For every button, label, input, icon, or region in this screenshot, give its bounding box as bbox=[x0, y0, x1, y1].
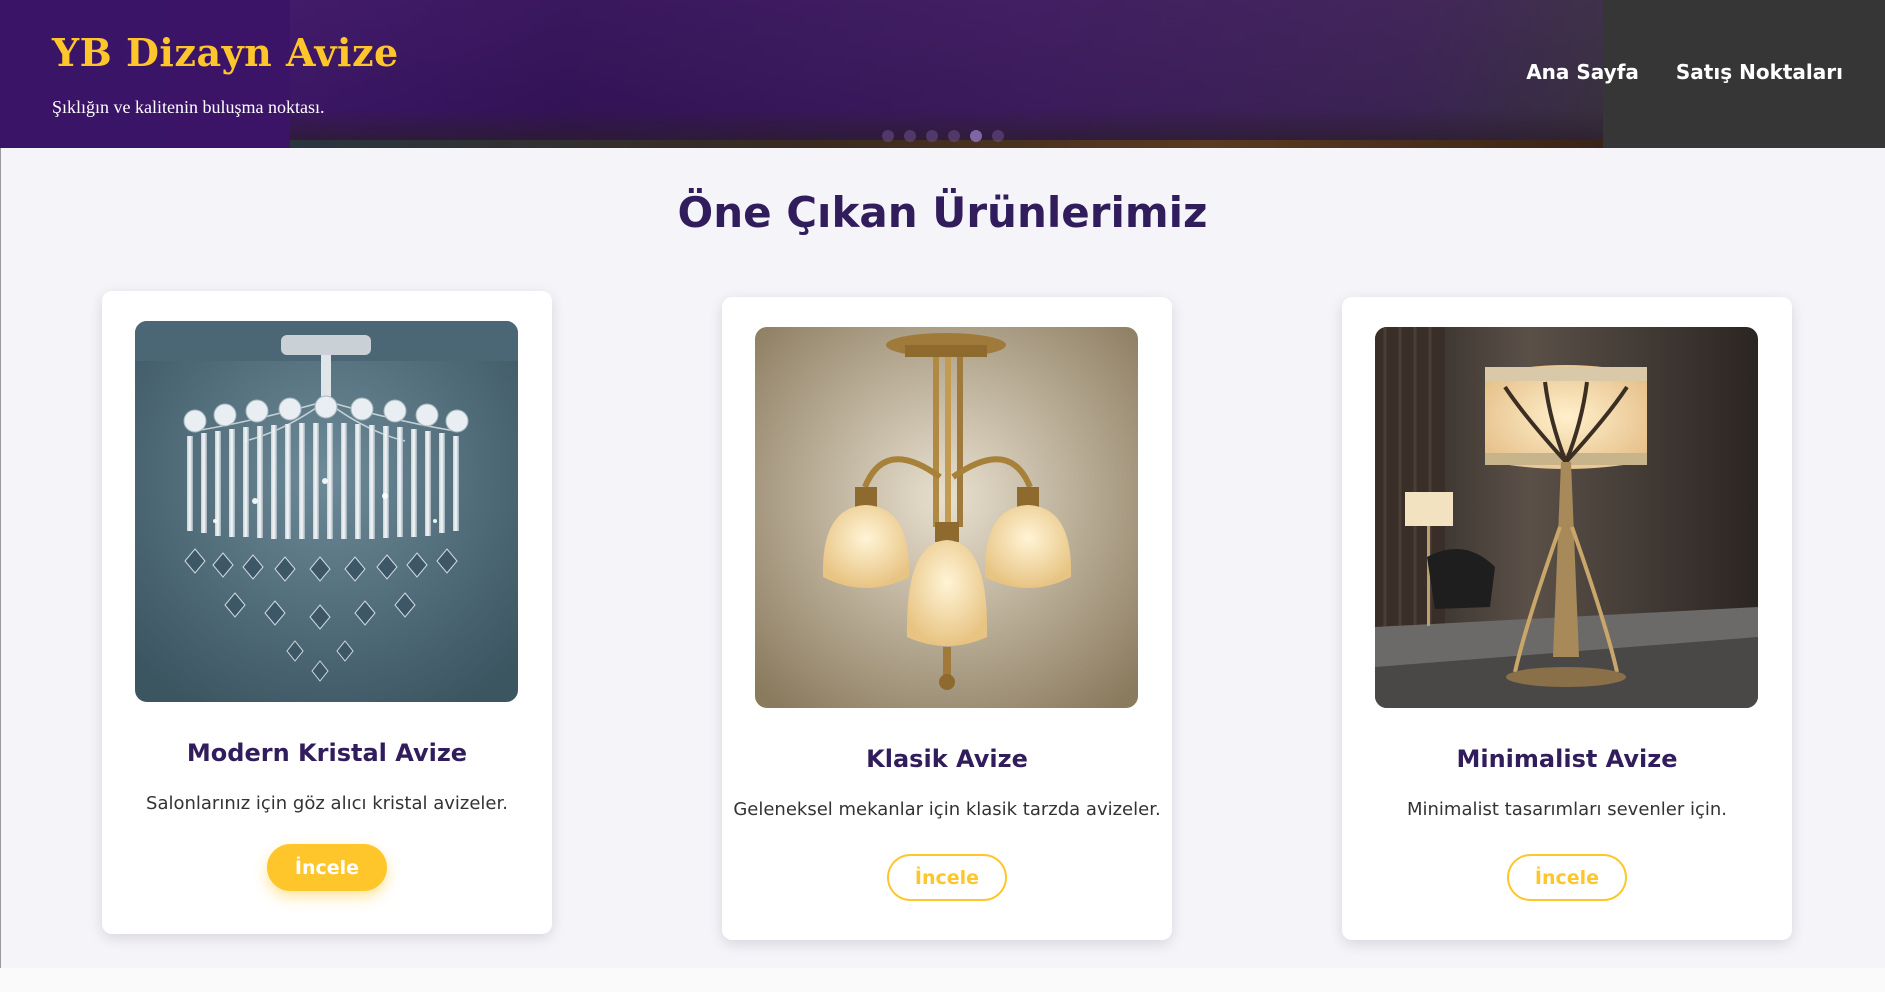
brand-tagline: Şıklığın ve kalitenin buluşma noktası. bbox=[52, 97, 325, 117]
page-left-border bbox=[0, 148, 1, 968]
product-card-minimalist: Minimalist Avize Minimalist tasarımları … bbox=[1342, 297, 1792, 940]
classic-brass-chandelier-photo bbox=[755, 327, 1138, 708]
product-title: Modern Kristal Avize bbox=[186, 739, 468, 767]
nav-link-stores[interactable]: Satış Noktaları bbox=[1676, 60, 1843, 84]
minimalist-floor-lamp-photo bbox=[1375, 327, 1758, 708]
inspect-button[interactable]: İncele bbox=[1507, 854, 1627, 901]
product-description: Geleneksel mekanlar için klasik tarzda a… bbox=[733, 799, 1161, 820]
page-footer-edge bbox=[0, 968, 1885, 992]
slide-dot[interactable] bbox=[992, 130, 1004, 142]
product-card-modern-crystal: Modern Kristal Avize Salonlarınız için g… bbox=[102, 291, 552, 934]
slide-dot[interactable] bbox=[926, 130, 938, 142]
site-header: YB Dizayn Avize Şıklığın ve kalitenin bu… bbox=[0, 0, 1885, 148]
brand-title: YB Dizayn Avize bbox=[52, 30, 399, 75]
slide-dot-active[interactable] bbox=[970, 130, 982, 142]
main-nav: Ana Sayfa Satış Noktaları bbox=[1526, 60, 1843, 84]
hero-slider-image bbox=[290, 0, 1603, 148]
product-title: Klasik Avize bbox=[866, 745, 1028, 773]
crystal-chandelier-photo bbox=[135, 321, 518, 702]
slide-dot[interactable] bbox=[904, 130, 916, 142]
hero-slider-indicators bbox=[882, 130, 1004, 142]
inspect-button[interactable]: İncele bbox=[267, 844, 387, 891]
product-title: Minimalist Avize bbox=[1456, 745, 1678, 773]
product-description: Salonlarınız için göz alıcı kristal aviz… bbox=[146, 793, 508, 814]
nav-link-home[interactable]: Ana Sayfa bbox=[1526, 60, 1639, 84]
product-description: Minimalist tasarımları sevenler için. bbox=[1406, 799, 1728, 820]
slide-dot[interactable] bbox=[882, 130, 894, 142]
slide-dot[interactable] bbox=[948, 130, 960, 142]
inspect-button[interactable]: İncele bbox=[887, 854, 1007, 901]
section-title: Öne Çıkan Ürünlerimiz bbox=[677, 188, 1208, 237]
product-card-classic: Klasik Avize Geleneksel mekanlar için kl… bbox=[722, 297, 1172, 940]
